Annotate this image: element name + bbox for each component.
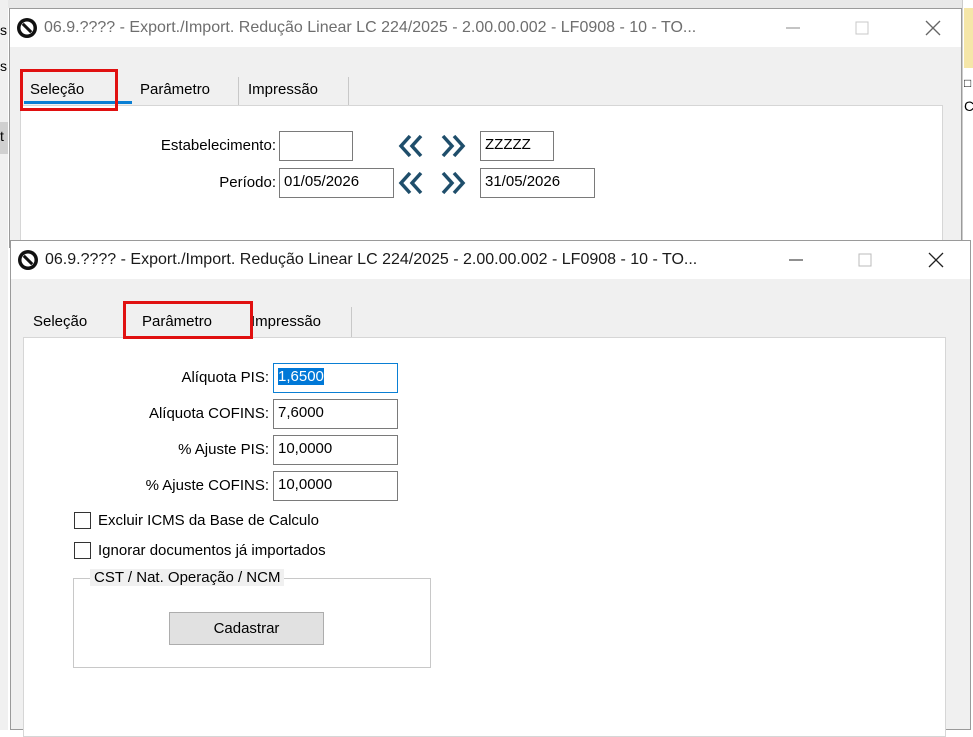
app-logo-icon <box>17 18 37 38</box>
ajuste-pis-label: % Ajuste PIS: <box>178 441 269 458</box>
tab-panel <box>23 337 946 737</box>
background-edge-text: s <box>0 58 7 74</box>
close-button[interactable] <box>921 246 951 274</box>
aliquota-cofins-input[interactable]: 7,6000 <box>273 399 398 429</box>
tab-separator <box>238 77 239 105</box>
minimize-icon <box>789 259 803 261</box>
maximize-button[interactable] <box>850 246 880 274</box>
double-chevron-right-icon[interactable] <box>438 169 468 197</box>
cadastrar-button[interactable]: Cadastrar <box>169 612 324 645</box>
background-left <box>0 0 8 730</box>
minimize-button[interactable] <box>778 14 808 42</box>
excluir-icms-checkbox[interactable] <box>74 512 91 529</box>
estabelecimento-from-input[interactable] <box>279 131 353 161</box>
estabelecimento-label: Estabelecimento: <box>160 137 276 154</box>
ajuste-cofins-label: % Ajuste COFINS: <box>145 477 269 494</box>
periodo-to-input[interactable]: 31/05/2026 <box>480 168 595 198</box>
ajuste-cofins-input[interactable]: 10,0000 <box>273 471 398 501</box>
background-edge-text: t <box>0 128 4 144</box>
aliquota-cofins-label: Alíquota COFINS: <box>148 405 269 422</box>
close-icon <box>925 20 941 36</box>
tab-impressao[interactable]: Impressão <box>251 313 321 330</box>
highlight-box <box>20 69 118 111</box>
maximize-icon <box>858 253 872 267</box>
aliquota-pis-label: Alíquota PIS: <box>181 369 269 386</box>
window-client: Seleção Parâmetro Impressão Alíquota PIS… <box>11 279 970 737</box>
close-icon <box>928 252 944 268</box>
double-chevron-right-icon[interactable] <box>438 132 468 160</box>
ignorar-documentos-checkbox[interactable] <box>74 542 91 559</box>
tab-parametro[interactable]: Parâmetro <box>140 81 210 98</box>
periodo-label: Período: <box>219 174 276 191</box>
app-logo-icon <box>18 250 38 270</box>
window-title: 06.9.???? - Export./Import. Redução Line… <box>44 19 697 36</box>
maximize-button[interactable] <box>847 14 877 42</box>
aliquota-pis-input[interactable]: 1,6500 <box>273 363 398 393</box>
excluir-icms-label: Excluir ICMS da Base de Calculo <box>98 512 319 529</box>
tab-selecao[interactable]: Seleção <box>33 313 87 330</box>
window-client: Seleção Parâmetro Impressão Estabelecime… <box>10 47 961 255</box>
tab-impressao[interactable]: Impressão <box>248 81 318 98</box>
selected-text: 1,6500 <box>278 368 324 385</box>
window-selecao: 06.9.???? - Export./Import. Redução Line… <box>9 8 962 255</box>
minimize-button[interactable] <box>781 246 811 274</box>
double-chevron-left-icon[interactable] <box>396 169 426 197</box>
close-button[interactable] <box>918 14 948 42</box>
highlight-box <box>123 301 253 339</box>
double-chevron-left-icon[interactable] <box>396 132 426 160</box>
cst-group-title: CST / Nat. Operação / NCM <box>90 569 285 586</box>
background-edge-text: s <box>0 22 7 38</box>
background-top <box>0 0 973 8</box>
minimize-icon <box>786 27 800 29</box>
title-bar: 06.9.???? - Export./Import. Redução Line… <box>11 241 970 279</box>
window-title: 06.9.???? - Export./Import. Redução Line… <box>45 251 698 268</box>
tab-separator <box>351 307 352 337</box>
periodo-from-input[interactable]: 01/05/2026 <box>279 168 394 198</box>
maximize-icon <box>855 21 869 35</box>
background-edge-text: C <box>964 98 973 114</box>
background-edge-text: □ <box>964 76 972 90</box>
ajuste-pis-input[interactable]: 10,0000 <box>273 435 398 465</box>
window-parametro: 06.9.???? - Export./Import. Redução Line… <box>10 240 971 737</box>
estabelecimento-to-input[interactable]: ZZZZZ <box>480 131 554 161</box>
ignorar-documentos-label: Ignorar documentos já importados <box>98 542 326 559</box>
title-bar: 06.9.???? - Export./Import. Redução Line… <box>10 9 961 47</box>
background-folder <box>964 8 973 68</box>
tab-separator <box>348 77 349 105</box>
